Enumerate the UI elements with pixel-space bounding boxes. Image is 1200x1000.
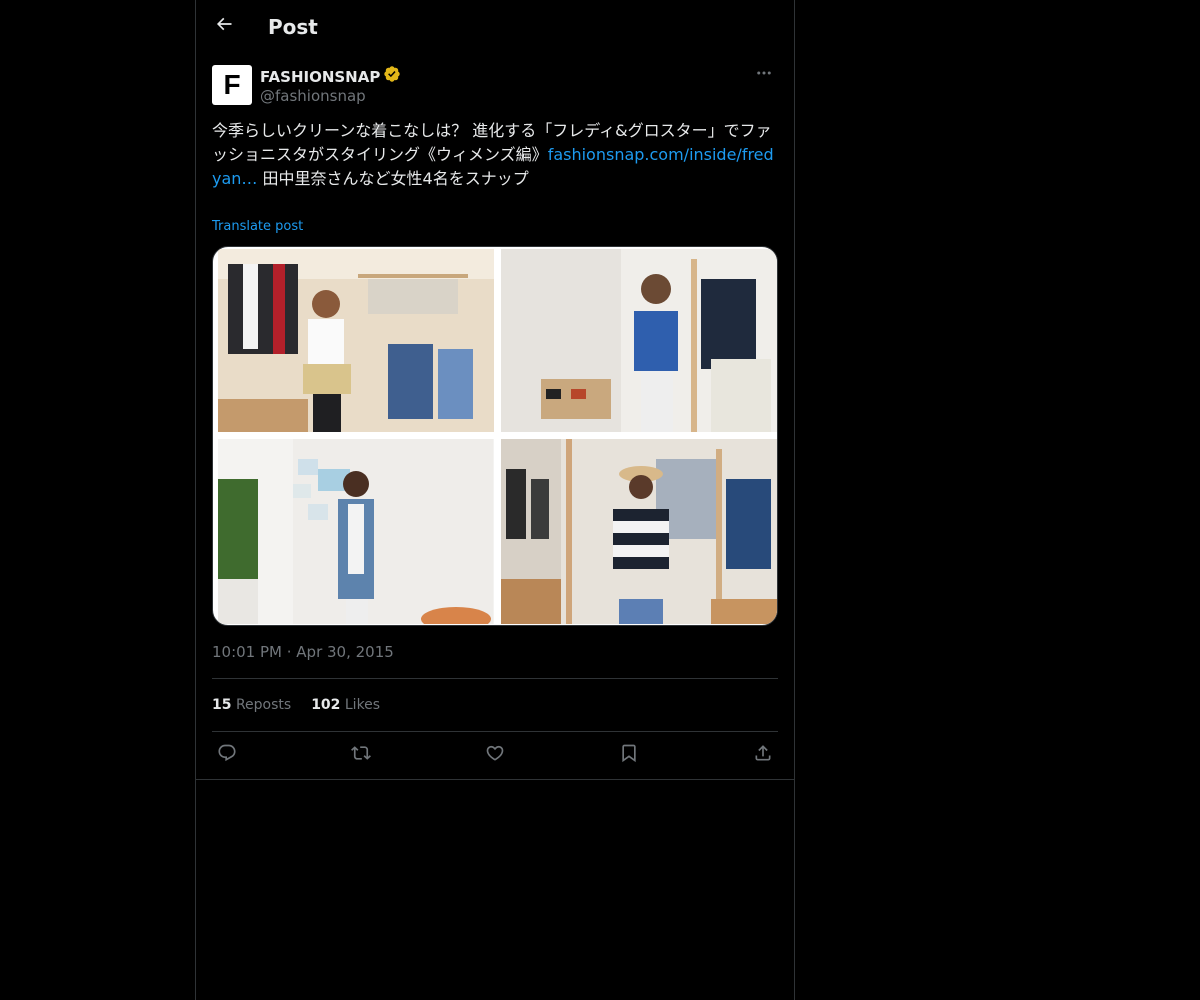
header: Post xyxy=(196,0,794,53)
share-icon xyxy=(753,743,773,767)
verified-badge-icon xyxy=(383,65,401,88)
likes-stat[interactable]: 102 Likes xyxy=(311,695,380,715)
bookmark-button[interactable] xyxy=(614,741,644,769)
more-options-button[interactable] xyxy=(750,64,778,86)
post-photo-4[interactable] xyxy=(501,439,777,624)
avatar-letter: F xyxy=(223,69,241,100)
more-horizontal-icon xyxy=(755,64,773,86)
likes-label: Likes xyxy=(344,697,381,713)
post-timestamp[interactable]: 10:01 PM · Apr 30, 2015 xyxy=(212,642,394,662)
post-photo-2[interactable] xyxy=(501,249,777,432)
like-icon xyxy=(485,743,505,767)
reposts-stat[interactable]: 15 Reposts xyxy=(212,695,291,715)
share-button[interactable] xyxy=(748,741,778,769)
post-text: 今季らしいクリーンな着こなしは？ 進化する「フレディ&グロスター」でファッショニ… xyxy=(212,119,778,191)
repost-icon xyxy=(351,743,371,767)
divider xyxy=(212,731,778,732)
post-photo-3[interactable] xyxy=(218,439,494,624)
translate-post-link[interactable]: Translate post xyxy=(212,218,303,236)
reposts-label: Reposts xyxy=(235,697,292,713)
back-button[interactable] xyxy=(210,12,238,40)
repost-button[interactable] xyxy=(346,741,376,769)
likes-count: 102 xyxy=(311,697,341,713)
author-display-name[interactable]: FASHIONSNAP xyxy=(260,67,380,87)
author-handle[interactable]: @fashionsnap xyxy=(260,86,366,106)
divider xyxy=(212,678,778,679)
page-title: Post xyxy=(268,15,318,39)
reply-button[interactable] xyxy=(212,741,242,769)
reply-icon xyxy=(217,743,237,767)
post-media-grid xyxy=(212,246,778,626)
reposts-count: 15 xyxy=(212,697,232,713)
author-name-row[interactable]: FASHIONSNAP xyxy=(260,65,401,88)
post-text-part-2: 田中里奈さんなど女性4名をスナップ xyxy=(257,169,529,188)
divider xyxy=(196,779,794,780)
post-author: F FASHIONSNAP @fashionsnap xyxy=(212,64,778,108)
post-actions xyxy=(212,741,778,769)
post-photo-1[interactable] xyxy=(218,249,494,432)
post-stats: 15 Reposts 102 Likes xyxy=(212,695,380,715)
avatar[interactable]: F xyxy=(212,65,252,105)
arrow-left-icon xyxy=(214,14,234,38)
post-column: Post F FASHIONSNAP @fashionsnap 今季らしいクリー… xyxy=(195,0,795,1000)
like-button[interactable] xyxy=(480,741,510,769)
bookmark-icon xyxy=(619,743,639,767)
